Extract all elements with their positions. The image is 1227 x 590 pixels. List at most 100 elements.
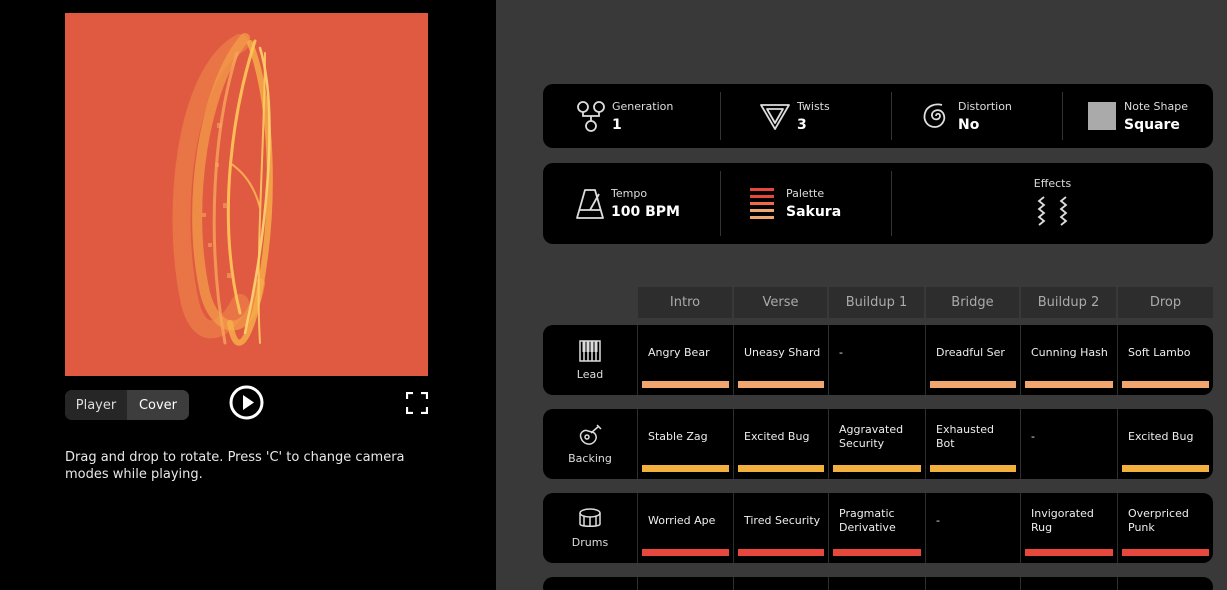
segment-label: - xyxy=(839,346,843,359)
segment[interactable]: Dreadful Ser xyxy=(925,325,1020,395)
section-header-buildup-1[interactable]: Buildup 1 xyxy=(829,287,924,318)
segment[interactable]: Overpriced Punk xyxy=(1117,493,1213,563)
segment[interactable]: Tired Security xyxy=(733,493,828,563)
segment-label: Stable Zag xyxy=(648,430,708,443)
spiral-icon xyxy=(923,103,946,128)
guitar-icon xyxy=(579,423,602,445)
segment[interactable] xyxy=(1117,577,1213,590)
segment-bar xyxy=(1025,381,1113,388)
segment[interactable]: Exhausted Bot xyxy=(925,409,1020,479)
tempo-setting[interactable]: Tempo 100 BPM xyxy=(575,163,680,244)
segment[interactable]: - xyxy=(1020,409,1117,479)
segment-bar xyxy=(1122,549,1209,556)
segment-label: Angry Bear xyxy=(648,346,710,359)
segment[interactable]: Soft Lambo xyxy=(1117,325,1213,395)
track-name: Lead xyxy=(576,367,604,381)
song-settings-panel: Generation 1 Twists 3 Distortion No Note… xyxy=(543,84,1213,148)
segment[interactable]: Invigorated Rug xyxy=(1020,493,1117,563)
note-shape-setting[interactable]: Note Shape Square xyxy=(1088,84,1188,148)
segment-label: Exhausted Bot xyxy=(936,423,994,450)
tempo-value: 100 BPM xyxy=(611,204,680,220)
section-header-verse[interactable]: Verse xyxy=(734,287,827,318)
palette-setting[interactable]: Palette Sakura xyxy=(750,163,841,244)
fullscreen-button[interactable] xyxy=(405,391,429,415)
section-headers: Intro Verse Buildup 1 Bridge Buildup 2 D… xyxy=(638,287,1213,318)
sound-settings-panel: Tempo 100 BPM Palette Sakura Effects xyxy=(543,163,1213,244)
segment-bar xyxy=(1025,549,1113,556)
play-button[interactable] xyxy=(229,385,264,420)
segment-label: Pragmatic Derivative xyxy=(839,507,896,534)
segment[interactable] xyxy=(925,577,1020,590)
section-header-drop[interactable]: Drop xyxy=(1118,287,1213,318)
segment[interactable] xyxy=(1020,577,1117,590)
segment-bar xyxy=(1122,381,1209,388)
twists-setting[interactable]: Twists 3 xyxy=(759,84,830,148)
segment[interactable]: - xyxy=(925,493,1020,563)
segment[interactable]: Worried Ape xyxy=(637,493,733,563)
visualizer-art xyxy=(172,33,273,346)
twists-value: 3 xyxy=(797,116,807,133)
segment-label: Overpriced Punk xyxy=(1128,507,1189,534)
view-mode-toggle: Player Cover xyxy=(65,390,189,420)
segment-label: - xyxy=(936,514,940,527)
segment-label: Aggravated Security xyxy=(839,423,904,450)
segment[interactable]: Excited Bug xyxy=(733,409,828,479)
segment[interactable]: Stable Zag xyxy=(637,409,733,479)
segment[interactable]: Excited Bug xyxy=(1117,409,1213,479)
segment-bar xyxy=(1122,465,1209,472)
effects-setting[interactable]: Effects xyxy=(892,163,1213,244)
segment[interactable]: - xyxy=(828,325,925,395)
segment-label: Uneasy Shard xyxy=(744,346,821,359)
segment-label: - xyxy=(1031,430,1035,443)
player-pane: Player Cover Drag and drop to rotate. Pr… xyxy=(0,0,496,590)
segment-bar xyxy=(642,549,729,556)
segment-label: Soft Lambo xyxy=(1128,346,1191,359)
cover-tab[interactable]: Cover xyxy=(127,390,189,420)
track-drums-header[interactable]: Drums xyxy=(543,493,637,563)
track-next-partial xyxy=(543,577,1213,590)
generation-label: Generation xyxy=(612,99,674,113)
palette-icon xyxy=(750,187,774,219)
keyboard-icon xyxy=(579,339,601,362)
segment[interactable]: Uneasy Shard xyxy=(733,325,828,395)
effects-icon xyxy=(1037,196,1067,226)
visualizer-canvas[interactable] xyxy=(65,13,428,376)
track-backing-header[interactable]: Backing xyxy=(543,409,637,479)
segment[interactable]: Cunning Hash xyxy=(1020,325,1117,395)
segment-bar xyxy=(738,381,824,388)
track-lead-header[interactable]: Lead xyxy=(543,325,637,395)
segment-bar xyxy=(642,465,729,472)
distortion-setting[interactable]: Distortion No xyxy=(920,84,1012,148)
segment-bar xyxy=(930,381,1016,388)
segment-label: Tired Security xyxy=(744,514,821,527)
generation-icon xyxy=(577,101,605,132)
note-shape-label: Note Shape xyxy=(1124,99,1188,113)
distortion-value: No xyxy=(958,116,980,133)
track-drums: Drums Worried Ape Tired Security Pragmat… xyxy=(543,493,1213,563)
fullscreen-icon xyxy=(405,391,429,415)
generation-value: 1 xyxy=(612,116,622,133)
segment[interactable]: Aggravated Security xyxy=(828,409,925,479)
segment-bar xyxy=(930,465,1016,472)
divider xyxy=(720,171,721,236)
twists-icon xyxy=(760,104,790,130)
section-header-buildup-2[interactable]: Buildup 2 xyxy=(1021,287,1116,318)
section-header-bridge[interactable]: Bridge xyxy=(926,287,1019,318)
segment-label: Invigorated Rug xyxy=(1031,507,1094,534)
segment[interactable]: Angry Bear xyxy=(637,325,733,395)
track-name: Drums xyxy=(571,535,609,549)
track-backing: Backing Stable Zag Excited Bug Aggravate… xyxy=(543,409,1213,479)
segment-label: Worried Ape xyxy=(648,514,716,527)
generation-setting[interactable]: Generation 1 xyxy=(576,84,673,148)
segment[interactable]: Pragmatic Derivative xyxy=(828,493,925,563)
player-tab[interactable]: Player xyxy=(65,390,127,420)
segment[interactable] xyxy=(637,577,733,590)
note-shape-value: Square xyxy=(1124,116,1180,133)
track-lead: Lead Angry Bear Uneasy Shard - Dreadful … xyxy=(543,325,1213,395)
distortion-label: Distortion xyxy=(958,99,1012,113)
twists-label: Twists xyxy=(797,99,830,113)
segment[interactable] xyxy=(733,577,828,590)
effects-label: Effects xyxy=(1033,177,1072,190)
segment[interactable] xyxy=(828,577,925,590)
section-header-intro[interactable]: Intro xyxy=(638,287,732,318)
